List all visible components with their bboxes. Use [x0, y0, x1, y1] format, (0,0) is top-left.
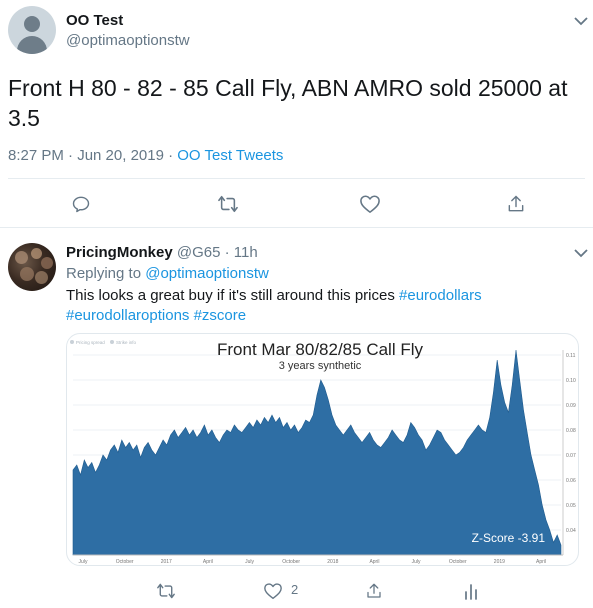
- legend-swatch: [70, 340, 74, 344]
- x-tick-label: October: [282, 559, 300, 565]
- x-tick-label: July: [245, 559, 254, 565]
- x-tick-label: October: [116, 559, 134, 565]
- reply-handle-time[interactable]: @G65 · 11h: [177, 244, 258, 261]
- y-tick-label: 0.10: [566, 378, 576, 384]
- x-tick-label: October: [449, 559, 467, 565]
- hashtag-eurodollaroptions[interactable]: #eurodollaroptions: [66, 307, 189, 324]
- y-tick-label: 0.06: [566, 478, 576, 484]
- divider: [8, 178, 585, 179]
- y-tick-label: 0.09: [566, 403, 576, 409]
- main-author-handle[interactable]: @optimaoptionstw: [66, 32, 190, 49]
- y-tick-label: 0.11: [566, 353, 576, 359]
- legend-entry: Strike info: [116, 340, 137, 345]
- chart-svg: Pricing spread Strike info 0.110.100.090.…: [70, 340, 576, 565]
- share-icon[interactable]: [505, 193, 527, 215]
- replying-prefix: Replying to: [66, 265, 146, 282]
- x-tick-label: 2019: [494, 559, 505, 565]
- chart-x-ticks: July October 2017 April July October 2018 April…: [79, 559, 546, 565]
- chart-y-ticks: 0.11 0.10 0.09 0.08 0.07 0.06 0.05 0.04: [566, 353, 576, 534]
- heart-icon[interactable]: [262, 580, 284, 602]
- chevron-down-icon[interactable]: [572, 244, 590, 262]
- chart-title: Front Mar 80/82/85 Call Fly: [217, 340, 423, 359]
- x-tick-label: July: [79, 559, 88, 565]
- chart-image[interactable]: Pricing spread Strike info 0.11 0.10 0.09 0.…: [66, 333, 579, 566]
- series-area: [72, 349, 562, 556]
- reply-tweet-text: This looks a great buy if it's still aro…: [66, 286, 581, 326]
- x-tick-label: 2017: [161, 559, 172, 565]
- chart-legend: Pricing spread Strike info: [70, 340, 137, 345]
- hashtag-zscore[interactable]: #zscore: [194, 307, 247, 324]
- main-tweet-text: Front H 80 - 82 - 85 Call Fly, ABN AMRO …: [8, 75, 568, 131]
- y-tick-label: 0.07: [566, 453, 576, 459]
- x-tick-label: April: [369, 559, 379, 565]
- chart-subtitle: 3 years synthetic: [279, 360, 362, 372]
- chart-area-series: [72, 349, 564, 556]
- heart-icon[interactable]: [359, 193, 381, 215]
- replying-handle-link[interactable]: @optimaoptionstw: [145, 265, 269, 282]
- analytics-icon[interactable]: [460, 580, 482, 602]
- x-tick-label: 2018: [327, 559, 338, 565]
- like-count: 2: [291, 582, 299, 597]
- legend-swatch: [110, 340, 114, 344]
- replying-to: Replying to @optimaoptionstw: [66, 265, 269, 282]
- reply-icon[interactable]: [70, 193, 92, 215]
- x-tick-label: April: [203, 559, 213, 565]
- reply-avatar[interactable]: [8, 243, 56, 291]
- y-tick-label: 0.08: [566, 428, 576, 434]
- reply-header: PricingMonkey @G65 · 11h: [66, 244, 258, 261]
- retweet-icon[interactable]: [155, 580, 177, 602]
- reply-text-plain: This looks a great buy if it's still aro…: [66, 287, 400, 304]
- main-avatar[interactable]: [8, 6, 56, 54]
- main-tweet: OO Test @optimaoptionstw Front H 80 - 82…: [0, 0, 593, 228]
- tweet-meta: 8:27 PM · Jun 20, 2019 · OO Test Tweets: [8, 147, 283, 164]
- chart-annotation: Z-Score -3.91: [472, 531, 546, 545]
- tweet-timestamp[interactable]: 8:27 PM · Jun 20, 2019 ·: [8, 147, 177, 164]
- retweet-icon[interactable]: [217, 193, 239, 215]
- tweet-source-link[interactable]: OO Test Tweets: [177, 147, 283, 164]
- reply-author-name[interactable]: PricingMonkey: [66, 244, 173, 261]
- hashtag-eurodollars[interactable]: #eurodollars: [399, 287, 482, 304]
- x-tick-label: July: [412, 559, 421, 565]
- chevron-down-icon[interactable]: [572, 12, 590, 30]
- main-author-name[interactable]: OO Test: [66, 12, 123, 29]
- y-tick-label: 0.05: [566, 503, 576, 509]
- x-tick-label: April: [536, 559, 546, 565]
- y-tick-label: 0.04: [566, 528, 576, 534]
- share-icon[interactable]: [363, 580, 385, 602]
- legend-entry: Pricing spread: [76, 340, 105, 345]
